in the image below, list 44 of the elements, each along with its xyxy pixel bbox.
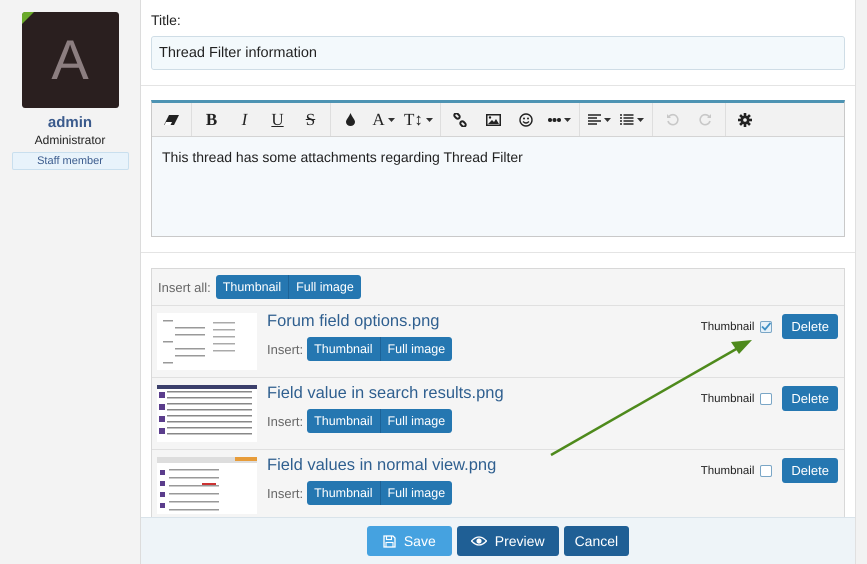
preview-button[interactable]: Preview (456, 526, 559, 556)
thumbnail-label: Thumbnail (700, 320, 754, 332)
insert-label: Insert: (267, 486, 304, 500)
cancel-button[interactable]: Cancel (564, 526, 630, 556)
full-image-button[interactable]: Full image (380, 481, 452, 505)
delete-button[interactable]: Delete (782, 458, 838, 483)
format-button[interactable]: T↕ (400, 104, 437, 134)
insert-all-label: Insert all: (158, 280, 211, 294)
bold-button[interactable]: B (195, 104, 228, 134)
editor-text[interactable]: This thread has some attachments regarding Thread Filter (152, 137, 844, 236)
attachment-name-link[interactable]: Field value in search results.png (267, 384, 691, 403)
corner-mark (22, 12, 34, 24)
title-field[interactable]: Thread Filter information (151, 36, 845, 70)
user-title: Administrator (34, 133, 106, 147)
insert-label: Insert: (267, 342, 304, 356)
thumbnail-checkbox[interactable] (760, 320, 772, 332)
full-image-button[interactable]: Full image (380, 409, 452, 433)
full-image-button[interactable]: Full image (289, 275, 361, 299)
underline-button[interactable]: U (261, 104, 294, 134)
attachment-name-link[interactable]: Field values in normal view.png (267, 456, 691, 475)
delete-button[interactable]: Delete (782, 314, 838, 339)
thumbnail-checkbox[interactable] (760, 392, 772, 404)
thumbnail-button[interactable]: Thumbnail (307, 337, 380, 361)
strikethrough-button[interactable]: S (294, 104, 327, 134)
thumbnail-button[interactable]: Thumbnail (216, 275, 290, 299)
thumbnail-label: Thumbnail (700, 464, 754, 476)
insert-label: Insert: (267, 414, 304, 428)
thumbnail-button[interactable]: Thumbnail (307, 409, 380, 433)
username-link[interactable]: admin (48, 114, 92, 131)
thumbnail-checkbox[interactable] (760, 464, 772, 476)
staff-badge: Staff member (12, 152, 128, 170)
full-image-button[interactable]: Full image (380, 337, 452, 361)
avatar-letter: A (51, 32, 89, 88)
list-icon (620, 114, 634, 126)
format-button[interactable]: A (367, 104, 400, 134)
thumbnail-button[interactable]: Thumbnail (307, 481, 380, 505)
title-label: Title: (151, 12, 182, 28)
attachment-name-link[interactable]: Forum field options.png (267, 312, 691, 331)
italic-button[interactable]: I (228, 104, 261, 134)
thumbnail-label: Thumbnail (700, 392, 754, 404)
delete-button[interactable]: Delete (782, 386, 838, 411)
align-left-icon (588, 114, 601, 126)
eye-icon (470, 536, 487, 546)
ellipsis-icon (548, 116, 561, 122)
